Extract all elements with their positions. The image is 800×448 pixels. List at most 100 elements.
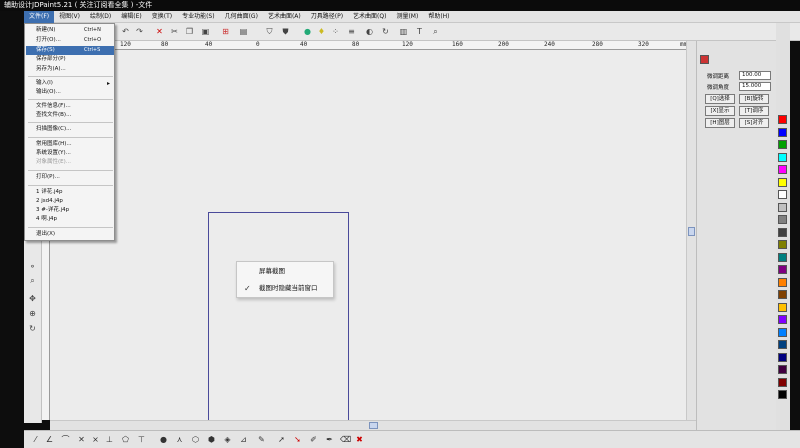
display-button[interactable]: [X]显示 [705,106,735,116]
vertical-scroll-thumb[interactable] [688,227,695,236]
arc-icon[interactable]: ⌒ [60,434,71,445]
menu-item-open[interactable]: 打开(O)... Ctrl+O [26,36,114,45]
zoom-window-icon[interactable]: ⌕ [27,275,38,286]
layer-icon[interactable]: ▤ [238,26,249,37]
cut-icon[interactable]: ✂ [169,26,180,37]
reorder-button[interactable]: [T]调序 [739,106,769,116]
measure-icon[interactable]: ⊿ [238,434,249,445]
horizontal-scroll-thumb[interactable] [369,422,378,429]
select-icon[interactable]: ⚬ [27,261,38,272]
text-icon[interactable]: T [414,26,425,37]
menu-view[interactable]: 视图(V) [54,11,85,23]
color-swatch[interactable] [778,215,787,224]
color-swatch[interactable] [778,377,787,387]
cancel-icon[interactable]: ✖ [354,434,365,445]
color-swatch[interactable] [778,277,787,287]
menu-help[interactable]: 帮助(H) [423,11,454,23]
arrow-icon[interactable]: ➚ [276,434,287,445]
color-swatch[interactable] [778,327,787,337]
color-swatch[interactable] [778,352,787,362]
menu-item-recent-1[interactable]: 1 详花.j4p [26,188,114,197]
edit-node-icon[interactable]: ✐ [308,434,319,445]
menu-item-system-settings[interactable]: 系统设置(Y)... [26,149,114,158]
menu-item-new[interactable]: 新建(N) Ctrl+N [26,26,114,35]
refresh-icon[interactable]: ↻ [27,323,38,334]
shield-icon[interactable]: ⛉ [264,26,275,37]
menu-measure[interactable]: 测量(M) [391,11,423,23]
shape-2-icon[interactable]: ⬢ [206,434,217,445]
horizontal-scrollbar[interactable] [50,420,696,430]
drawing-canvas[interactable] [50,50,686,420]
pan-icon[interactable]: ✥ [27,293,38,304]
color-swatch[interactable] [778,240,787,249]
perpendicular-icon[interactable]: ⊥ [104,434,115,445]
menu-item-save-part[interactable]: 保存部分(P) [26,55,114,64]
shield-alt-icon[interactable]: ⛊ [280,26,291,37]
shape-icon[interactable]: ⬡ [190,434,201,445]
color-swatch[interactable] [778,177,787,187]
arrow-red-icon[interactable]: ➘ [292,434,303,445]
menu-transform[interactable]: 变换(T) [147,11,177,23]
grid-icon[interactable]: ⊞ [220,26,231,37]
menu-item-recent-2[interactable]: 2 jsd4.j4p [26,197,114,206]
color-swatch[interactable] [778,390,787,399]
color-swatch[interactable] [778,165,787,174]
menu-geometric-surface[interactable]: 几何曲面(G) [220,11,263,23]
book-icon[interactable]: ▥ [398,26,409,37]
step-distance-input[interactable]: 100.00 [739,71,771,80]
mirror-icon[interactable]: ◐ [364,26,375,37]
color-swatch[interactable] [778,140,787,149]
color-swatch[interactable] [778,202,787,212]
pen-icon[interactable]: ✒ [324,434,335,445]
menu-toolpath[interactable]: 刀具路径(P) [306,11,348,23]
zoom-icon[interactable]: ⌕ [430,26,441,37]
step-angle-input[interactable]: 15.000 [739,82,771,91]
zoom-in-icon[interactable]: ⊕ [27,308,38,319]
vertical-scrollbar[interactable] [686,41,696,420]
menu-edit[interactable]: 编辑(E) [116,11,146,23]
color-swatch[interactable] [778,252,787,262]
context-menu-item-hide-window[interactable]: ✓ 截图时隐藏当前窗口 [237,280,333,297]
bulb-icon[interactable]: ♦ [316,26,327,37]
align-button[interactable]: [S]对齐 [739,118,769,128]
menu-art-surface[interactable]: 艺术曲面(A) [263,11,306,23]
color-swatch[interactable] [778,315,787,324]
node-icon[interactable]: ⁘ [330,26,341,37]
rotate-button[interactable]: [B]旋转 [739,94,769,104]
menu-item-save[interactable]: 保存(S) Ctrl+S [26,46,114,55]
color-swatch[interactable] [778,190,787,199]
line-icon[interactable]: ⁄ [30,434,41,445]
shape-3-icon[interactable]: ◈ [222,434,233,445]
color-swatch[interactable] [778,115,787,124]
select-button[interactable]: [Q]选择 [705,94,735,104]
panel-icon[interactable] [700,55,709,64]
menu-item-recent-3[interactable]: 3 #-详花.j4p [26,206,114,215]
color-swatch[interactable] [778,227,787,237]
undo-icon[interactable]: ↶ [120,26,131,37]
align-icon[interactable]: ≡ [346,26,357,37]
menu-item-exit[interactable]: 退出(X) [26,230,114,239]
menu-professional[interactable]: 专业功能(S) [177,11,220,23]
color-swatch[interactable] [778,340,787,349]
menu-item-save-as[interactable]: 另存为(A)... [26,65,114,74]
color-swatch[interactable] [778,302,787,312]
rotate-icon[interactable]: ↻ [380,26,391,37]
color-swatch[interactable] [778,365,787,374]
menu-item-scan[interactable]: 扫描图像(C)... [26,125,114,134]
polyline-icon[interactable]: ∠ [44,434,55,445]
color-swatch[interactable] [778,127,787,137]
menu-file[interactable]: 文件(F) [24,10,55,23]
menu-item-common-library[interactable]: 常用图库(H)... [26,140,114,149]
layer-button[interactable]: [H]图层 [705,118,735,128]
menu-item-find-file[interactable]: 查找文件(B)... [26,111,114,120]
menu-item-print[interactable]: 打印(P)... [26,173,114,182]
menu-item-export[interactable]: 输出(O)... [26,88,114,97]
paste-icon[interactable]: ▣ [200,26,211,37]
menu-item-import[interactable]: 输入(I) ▸ [26,79,114,88]
intersect-icon[interactable]: ✕ [76,434,87,445]
tangent-icon[interactable]: ⊤ [136,434,147,445]
menu-item-file-info[interactable]: 文件信息(F)... [26,102,114,111]
context-menu-title[interactable]: 屏幕截图 [237,263,333,280]
pin-icon[interactable]: ● [302,26,313,37]
polygon-icon[interactable]: ⬠ [120,434,131,445]
